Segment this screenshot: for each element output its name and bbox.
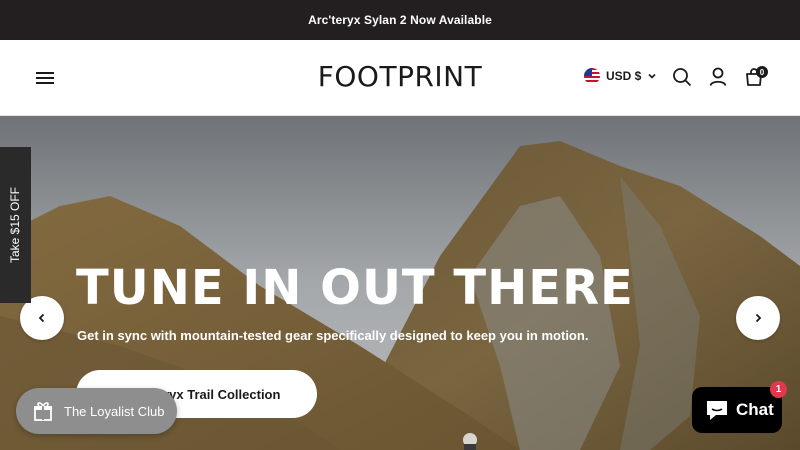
hero-subtitle: Get in sync with mountain-tested gear sp…: [77, 328, 589, 343]
site-header: FOOTPRINT USD $ 0: [0, 40, 800, 116]
cart-count-badge: 0: [756, 66, 768, 78]
carousel-next-button[interactable]: [736, 296, 780, 340]
search-icon[interactable]: [671, 66, 693, 88]
hero-title: TUNE IN OUT THERE: [76, 260, 634, 316]
user-icon[interactable]: [707, 66, 729, 88]
loyalty-club-label: The Loyalist Club: [64, 403, 165, 419]
us-flag-icon: [584, 68, 600, 84]
chat-button[interactable]: Chat: [692, 387, 782, 433]
loyalty-club-button[interactable]: The Loyalist Club: [16, 388, 177, 434]
chevron-left-icon: [38, 313, 45, 323]
discount-tab-label: Take $15 OFF: [8, 186, 23, 264]
chevron-right-icon: [755, 313, 762, 323]
gift-icon: [34, 402, 52, 421]
announcement-text[interactable]: Arc'teryx Sylan 2 Now Available: [308, 13, 492, 27]
chat-notification-badge: 1: [770, 381, 787, 398]
currency-selector[interactable]: USD $: [584, 68, 657, 84]
chat-label: Chat: [736, 400, 774, 419]
chevron-down-icon: [648, 73, 656, 79]
currency-label: USD $: [606, 69, 642, 83]
site-logo[interactable]: FOOTPRINT: [300, 60, 500, 93]
hamburger-icon[interactable]: [36, 70, 56, 86]
announcement-bar: Arc'teryx Sylan 2 Now Available: [0, 0, 800, 40]
discount-side-tab[interactable]: Take $15 OFF: [0, 147, 31, 303]
chat-bubble-icon: [707, 401, 727, 420]
